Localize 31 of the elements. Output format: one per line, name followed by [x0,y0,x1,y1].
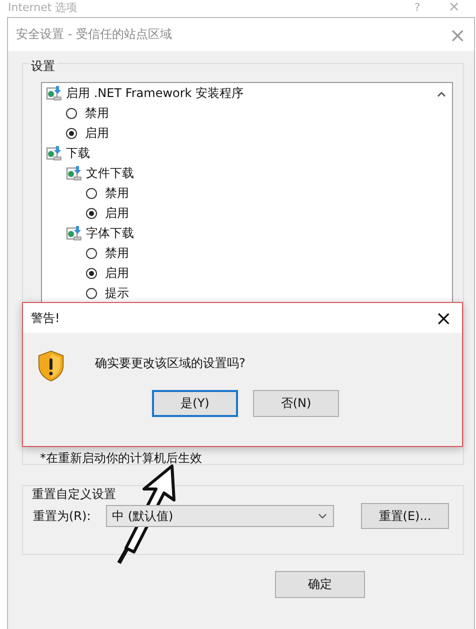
reset-button[interactable]: 重置(E)... [361,503,449,529]
reset-label: 重置为(R): [33,508,92,524]
radio-option[interactable]: 禁用 [86,184,129,202]
setting-title: 启用 .NET Framework 安装程序 [66,84,244,102]
scroll-up-icon[interactable] [437,91,446,98]
setting-title: 文件下载 [86,164,134,182]
radio-option[interactable]: 禁用 [86,244,129,262]
radio-option[interactable]: 启用 [86,264,129,282]
setting-title: 下载 [66,144,90,162]
radio-option[interactable]: 启用 [66,124,109,142]
download-settings-icon [46,85,62,101]
reset-level-dropdown[interactable]: 中 (默认值) [106,505,334,527]
radio-option[interactable]: 禁用 [66,104,109,122]
dialog-button[interactable]: 是(Y) [152,390,238,417]
radio-option[interactable]: 启用 [86,204,129,222]
chevron-down-icon [318,513,327,519]
warning-message: 确实要更改该区域的设置吗? [95,354,246,372]
ok-button[interactable]: 确定 [275,571,365,598]
radio-option[interactable]: 提示 [86,284,129,302]
restart-note: *在重新启动你的计算机后生效 [40,450,202,467]
dialog-title: 警告! [31,310,60,326]
download-settings-icon [46,145,62,161]
close-button[interactable]: × [435,306,452,330]
dialog-title: 安全设置 - 受信任的站点区域 [16,26,172,43]
group-title: 重置自定义设置 [32,486,116,503]
download-settings-icon [66,225,82,241]
dialog-button[interactable]: 否(N) [253,390,339,417]
setting-title: 字体下载 [86,224,134,242]
download-settings-icon [66,165,82,181]
warning-shield-icon [37,350,65,382]
window-title: Internet 选项 [8,1,78,15]
